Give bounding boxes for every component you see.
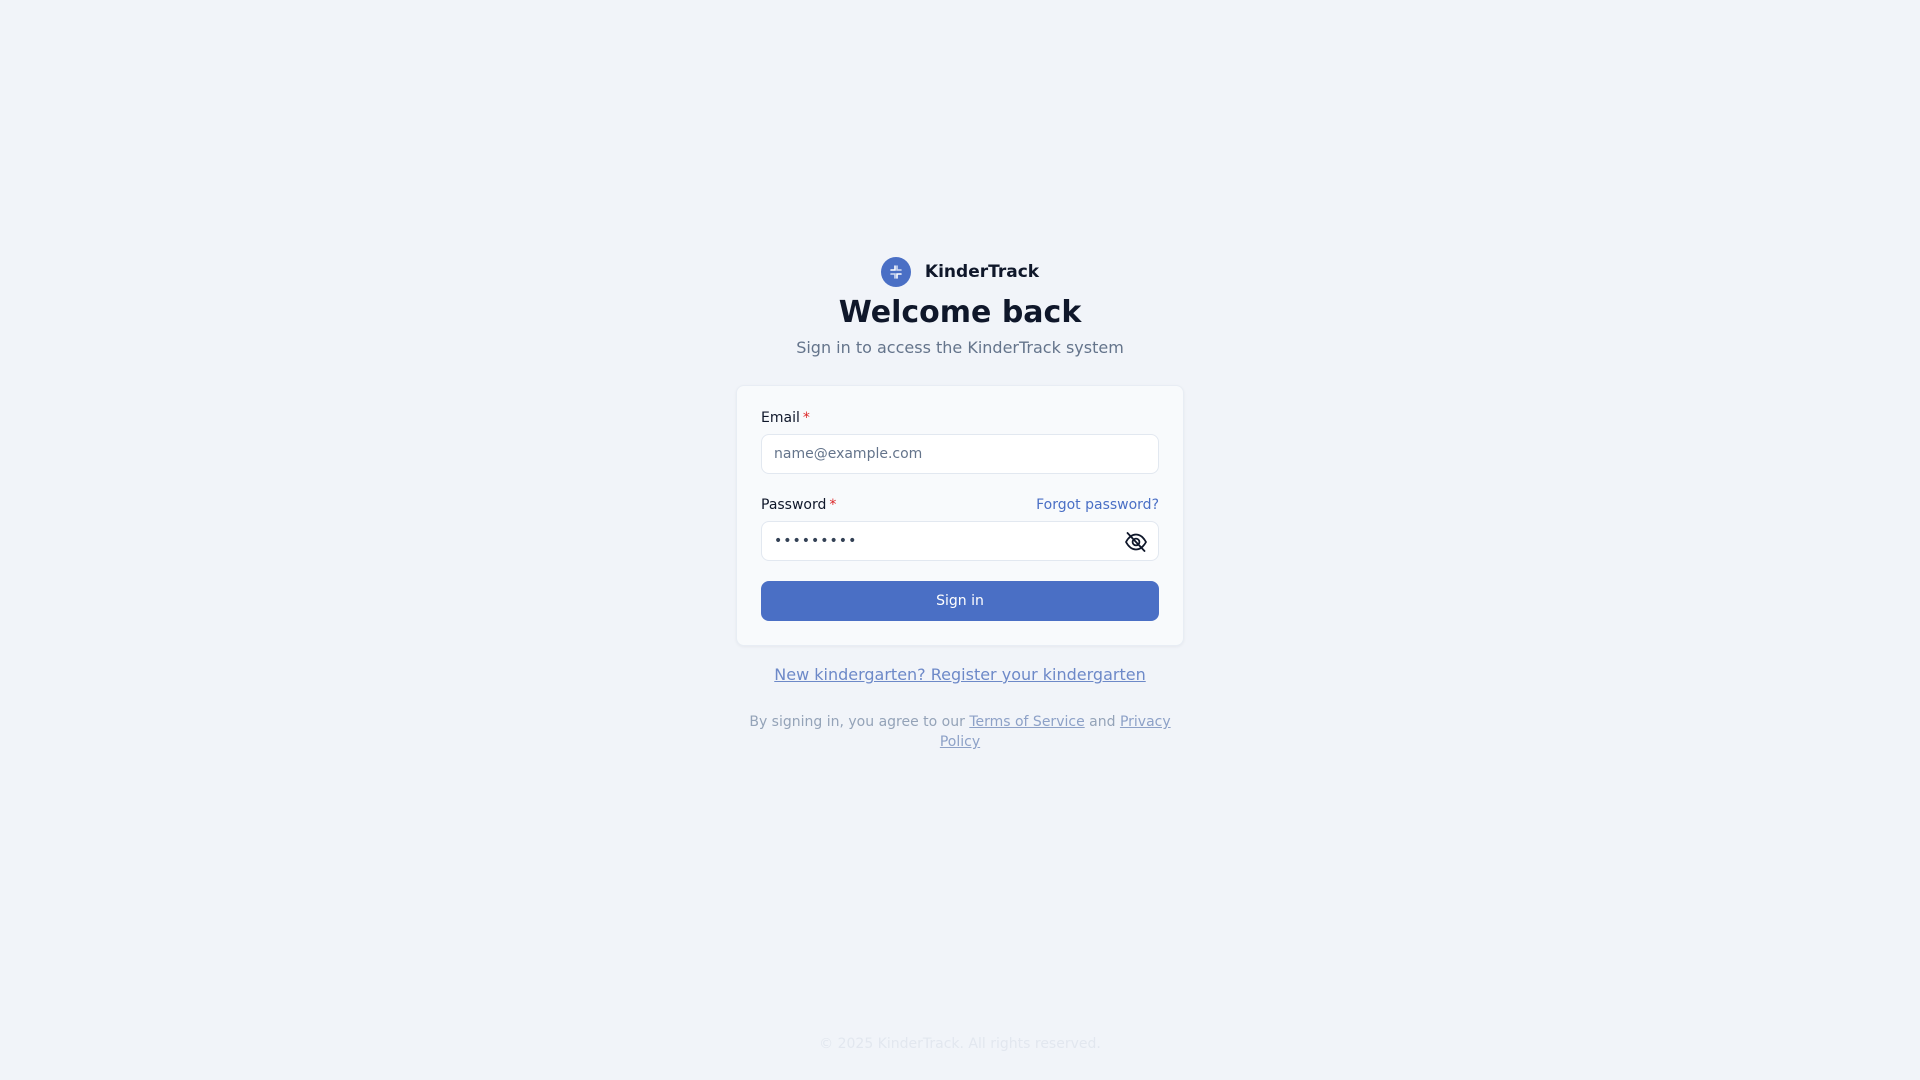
page-title: Welcome back	[838, 295, 1082, 330]
brand-name: KinderTrack	[924, 262, 1040, 282]
page-subtitle: Sign in to access the KinderTrack system	[796, 338, 1124, 357]
email-label-row: Email *	[761, 408, 1159, 428]
legal-conjunction: and	[1089, 714, 1116, 730]
password-label: Password *	[761, 497, 836, 513]
compass-icon	[880, 257, 911, 287]
brand: KinderTrack	[736, 256, 1184, 288]
required-mark: *	[829, 497, 837, 513]
login-container: KinderTrack Welcome back Sign in to acce…	[736, 256, 1184, 752]
required-mark: *	[802, 410, 810, 426]
legal-notice: By signing in, you agree to our Terms of…	[736, 712, 1184, 752]
sign-in-button[interactable]: Sign in	[761, 581, 1159, 621]
password-label-text: Password	[761, 497, 827, 513]
login-page: KinderTrack Welcome back Sign in to acce…	[0, 0, 1920, 1080]
footer-copyright: © 2025 KinderTrack. All rights reserved.	[819, 1036, 1101, 1052]
email-placeholder: name@example.com	[774, 446, 923, 462]
password-field[interactable]: •••••••••	[761, 521, 1159, 561]
email-field[interactable]: name@example.com	[761, 434, 1159, 474]
password-value: •••••••••	[774, 533, 858, 549]
eye-off-icon[interactable]	[1124, 531, 1148, 553]
forgot-password-link[interactable]: Forgot password?	[1036, 497, 1159, 513]
login-card: Email * name@example.com Password * Forgot…	[736, 385, 1184, 646]
register-kindergarten-link[interactable]: New kindergarten? Register your kinderga…	[774, 665, 1145, 684]
email-label-text: Email	[761, 410, 800, 426]
legal-prefix: By signing in, you agree to our	[749, 714, 965, 730]
password-label-row: Password * Forgot password?	[761, 495, 1159, 515]
terms-of-service-link[interactable]: Terms of Service	[969, 714, 1084, 730]
email-label: Email *	[761, 410, 810, 426]
